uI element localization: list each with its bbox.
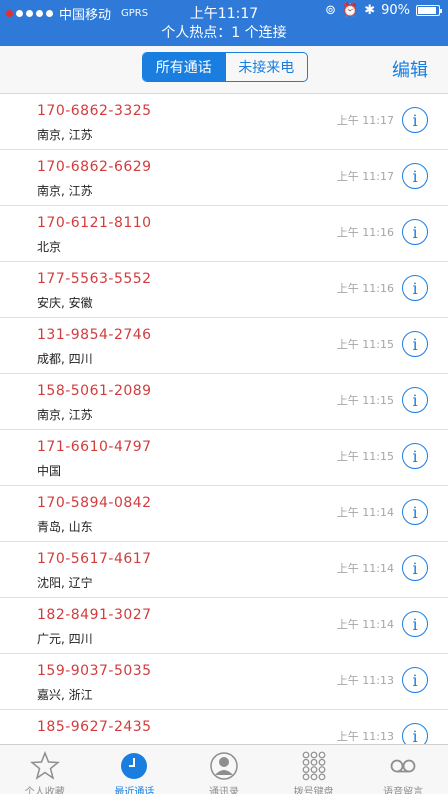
phone-number: 177-5563-5552 [37, 271, 152, 287]
tab-clock[interactable]: 最近通话 [90, 745, 180, 794]
call-location: 广元, 四川 [37, 632, 93, 646]
info-icon[interactable]: i [402, 499, 428, 525]
call-time: 上午 11:14 [336, 506, 394, 519]
alarm-icon: ⏰ [342, 3, 359, 18]
call-location: 南京, 江苏 [37, 184, 93, 198]
nav-bar: 所有通话 未接来电 编辑 [0, 46, 448, 94]
call-row[interactable]: 159-9037-5035 嘉兴, 浙江 上午 11:13 i [0, 654, 448, 710]
call-filter-segment: 所有通话 未接来电 [142, 52, 308, 82]
status-bar: 中国移动 GPRS 上午11:17 ⊚ ⏰ ✱ 90% [0, 0, 448, 24]
tab-contacts[interactable]: 通讯录 [179, 745, 269, 794]
phone-number: 182-8491-3027 [37, 607, 152, 623]
clock-icon [119, 751, 149, 781]
tab-label: 通讯录 [208, 787, 239, 794]
edit-button[interactable]: 编辑 [392, 56, 428, 82]
call-row[interactable]: 170-5894-0842 青岛, 山东 上午 11:14 i [0, 486, 448, 542]
contacts-icon [209, 751, 239, 781]
call-location: 青岛, 山东 [37, 520, 93, 534]
call-location: 南京, 江苏 [37, 128, 93, 142]
segment-missed-calls[interactable]: 未接来电 [224, 53, 308, 81]
tab-label: 最近通话 [114, 787, 155, 794]
call-location: 沈阳, 辽宁 [37, 576, 93, 590]
info-icon[interactable]: i [402, 331, 428, 357]
info-icon[interactable]: i [402, 163, 428, 189]
call-row[interactable]: 185-9627-2435德州, 山东上午 11:13i [0, 710, 448, 744]
call-row[interactable]: 171-6610-4797 中国 上午 11:15 i [0, 430, 448, 486]
call-time: 上午 11:15 [336, 450, 394, 463]
call-time: 上午 11:15 [336, 338, 394, 351]
call-location: 中国 [37, 464, 62, 478]
info-icon[interactable]: i [402, 443, 428, 469]
phone-number: 159-9037-5035 [37, 663, 152, 679]
call-row[interactable]: 170-6121-8110 北京 上午 11:16 i [0, 206, 448, 262]
tab-label: 个人收藏 [24, 787, 65, 794]
info-icon[interactable]: i [402, 387, 428, 413]
info-icon[interactable]: i [402, 723, 428, 744]
phone-number: 158-5061-2089 [37, 383, 152, 399]
segment-all-calls[interactable]: 所有通话 [143, 53, 225, 81]
phone-number: 170-5617-4617 [37, 551, 152, 567]
tab-keypad[interactable]: 拨号键盘 [269, 745, 359, 794]
bluetooth-icon: ✱ [364, 3, 376, 18]
battery-icon [416, 5, 442, 16]
phone-number: 170-5894-0842 [37, 495, 152, 511]
phone-number: 171-6610-4797 [37, 439, 152, 455]
call-row[interactable]: 131-9854-2746 成都, 四川 上午 11:15 i [0, 318, 448, 374]
tab-bar: 个人收藏 最近通话 通讯录 拨号键盘 语音留言 [0, 744, 448, 794]
status-right: ⊚ ⏰ ✱ 90% [325, 3, 442, 18]
call-row[interactable]: 170-6862-6629 南京, 江苏 上午 11:17 i [0, 150, 448, 206]
call-row[interactable]: 170-6862-3325 南京, 江苏 上午 11:17 i [0, 94, 448, 150]
call-time: 上午 11:16 [336, 282, 394, 295]
keypad-icon [299, 751, 329, 781]
call-time: 上午 11:16 [336, 226, 394, 239]
hotspot-banner[interactable]: 个人热点：1 个连接 [0, 24, 448, 46]
info-icon[interactable]: i [402, 667, 428, 693]
call-location: 嘉兴, 浙江 [37, 688, 93, 702]
recent-calls-list: 170-6862-3325 南京, 江苏 上午 11:17 i 170-6862-662… [0, 94, 448, 744]
phone-number: 170-6862-6629 [37, 159, 152, 175]
tab-voicemail[interactable]: 语音留言 [358, 745, 448, 794]
battery-percent: 90% [381, 3, 410, 18]
phone-number: 170-6862-3325 [37, 103, 152, 119]
call-row[interactable]: 177-5563-5552 安庆, 安徽 上午 11:16 i [0, 262, 448, 318]
star-icon [29, 751, 60, 781]
call-location: 北京 [37, 240, 62, 254]
info-icon[interactable]: i [402, 107, 428, 133]
call-time: 上午 11:14 [336, 562, 394, 575]
call-time: 上午 11:17 [336, 114, 394, 127]
phone-number: 131-9854-2746 [37, 327, 152, 343]
info-icon[interactable]: i [402, 611, 428, 637]
phone-number: 170-6121-8110 [37, 215, 152, 231]
call-row[interactable]: 158-5061-2089 南京, 江苏 上午 11:15 i [0, 374, 448, 430]
call-time: 上午 11:13 [336, 730, 394, 743]
info-icon[interactable]: i [402, 555, 428, 581]
info-icon[interactable]: i [402, 275, 428, 301]
rotation-lock-icon: ⊚ [325, 3, 336, 18]
call-time: 上午 11:13 [336, 674, 394, 687]
call-time: 上午 11:17 [336, 170, 394, 183]
call-location: 安庆, 安徽 [37, 296, 93, 310]
tab-label: 语音留言 [383, 787, 424, 794]
call-row[interactable]: 170-5617-4617 沈阳, 辽宁 上午 11:14 i [0, 542, 448, 598]
info-icon[interactable]: i [402, 219, 428, 245]
call-location: 成都, 四川 [37, 352, 93, 366]
phone-number: 185-9627-2435 [37, 719, 152, 735]
call-time: 上午 11:15 [336, 394, 394, 407]
tab-star[interactable]: 个人收藏 [0, 745, 90, 794]
call-row[interactable]: 182-8491-3027 广元, 四川 上午 11:14 i [0, 598, 448, 654]
voicemail-icon [388, 751, 418, 781]
call-time: 上午 11:14 [336, 618, 394, 631]
tab-label: 拨号键盘 [293, 787, 334, 794]
call-location: 南京, 江苏 [37, 408, 93, 422]
